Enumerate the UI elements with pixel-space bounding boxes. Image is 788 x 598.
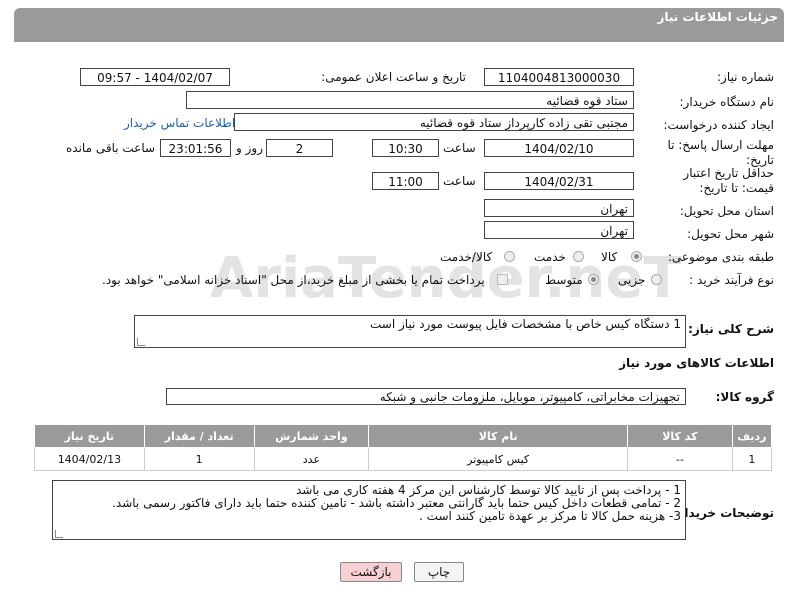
buyer-notes-textarea: 1 - پرداخت پس از تایید کالا توسط کارشناس… xyxy=(52,480,686,540)
goods-section-title: اطلاعات کالاهای مورد نیاز xyxy=(619,356,774,370)
col-unit: واحد شمارش xyxy=(253,424,370,448)
col-date: تاریخ نیاز xyxy=(34,424,145,448)
process-medium-radio[interactable] xyxy=(588,274,599,285)
buyer-org-label: نام دستگاه خریدار: xyxy=(679,95,775,109)
back-button[interactable]: بازگشت xyxy=(340,562,402,582)
remaining-time-label: ساعت باقی مانده xyxy=(66,141,156,155)
delivery-city-field: تهران xyxy=(484,221,634,239)
reply-days-field: 2 xyxy=(266,139,333,157)
cell-row: 1 xyxy=(731,447,773,471)
buyer-org-field: ستاد قوه قضائیه xyxy=(186,91,634,109)
cell-unit: عدد xyxy=(253,447,370,471)
announce-datetime-label: تاریخ و ساعت اعلان عمومی: xyxy=(321,70,466,84)
table-row: 1 -- کیس کامپیوتر عدد 1 1404/02/13 xyxy=(34,447,773,471)
cell-qty: 1 xyxy=(143,447,255,471)
cell-date: 1404/02/13 xyxy=(34,447,145,471)
reply-deadline-date: 1404/02/10 xyxy=(484,139,634,157)
resize-grip-icon[interactable] xyxy=(55,530,63,538)
col-name: نام کالا xyxy=(368,424,629,448)
remaining-time-field: 23:01:56 xyxy=(160,139,231,157)
cell-name: کیس کامپیوتر xyxy=(368,447,629,471)
category-goods-radio[interactable] xyxy=(631,251,642,262)
buyer-contact-link[interactable]: اطلاعات تماس خریدار xyxy=(124,116,235,130)
reply-time-label: ساعت xyxy=(443,141,476,155)
delivery-province-label: استان محل تحویل: xyxy=(679,204,774,218)
reply-days-label: روز و xyxy=(236,141,263,155)
requester-label: ایجاد کننده درخواست: xyxy=(663,118,774,132)
price-validity-time: 11:00 xyxy=(372,172,439,190)
process-minor-radio[interactable] xyxy=(651,274,662,285)
price-validity-label: حداقل تاریخ اعتبار قیمت: تا تاریخ: xyxy=(683,166,774,195)
cell-code: -- xyxy=(627,447,733,471)
delivery-province-field: تهران xyxy=(484,199,634,217)
items-table-header: ردیف کد کالا نام کالا واحد شمارش تعداد /… xyxy=(34,424,773,448)
announce-datetime-field: 1404/02/07 - 09:57 xyxy=(80,68,230,86)
category-goods-service-label: کالا/خدمت xyxy=(440,250,493,264)
buyer-note-line: 3- هزینه حمل کالا تا مرکز بر عهدة تامین … xyxy=(419,509,681,523)
resize-grip-icon[interactable] xyxy=(137,338,145,346)
goods-group-label: گروه کالا: xyxy=(715,390,774,404)
print-button[interactable]: چاپ xyxy=(414,562,464,582)
price-validity-time-label: ساعت xyxy=(443,174,476,188)
general-description-textarea: 1 دستگاه کیس خاص با مشخصات فایل پیوست مو… xyxy=(134,315,686,348)
col-qty: تعداد / مقدار xyxy=(143,424,255,448)
requester-field: مجتبی تقی زاده کارپرداز ستاد قوه قضائیه xyxy=(234,113,634,131)
category-goods-service-radio[interactable] xyxy=(504,251,515,262)
col-row: ردیف xyxy=(731,424,773,448)
delivery-city-label: شهر محل تحویل: xyxy=(687,227,774,241)
goods-group-field: تجهیزات مخابراتی، کامپیوتر، موبایل، ملزو… xyxy=(166,388,686,405)
purchase-process-label: نوع فرآیند خرید : xyxy=(689,273,774,287)
col-code: کد کالا xyxy=(627,424,733,448)
need-number-label: شماره نیاز: xyxy=(717,70,774,84)
category-label: طبقه بندی موضوعی: xyxy=(667,250,774,264)
price-validity-date: 1404/02/31 xyxy=(484,172,634,190)
process-medium-label: متوسط xyxy=(545,273,583,287)
buyer-notes-label: توضیحات خریدار: xyxy=(672,506,774,520)
category-service-radio[interactable] xyxy=(573,251,584,262)
treasury-bonds-checkbox[interactable] xyxy=(497,274,508,285)
treasury-bonds-note: پرداخت تمام یا بخشی از مبلغ خرید،از محل … xyxy=(102,273,485,287)
category-goods-label: کالا xyxy=(601,250,618,264)
need-number-field: 1104004813000030 xyxy=(484,68,634,86)
page-title: جزئیات اطلاعات نیاز xyxy=(657,10,778,24)
reply-deadline-label: مهلت ارسال پاسخ: تا تاریخ: xyxy=(667,138,774,167)
general-description-label: شرح کلی نیاز: xyxy=(688,322,774,336)
items-table: ردیف کد کالا نام کالا واحد شمارش تعداد /… xyxy=(34,424,773,471)
general-description-text: 1 دستگاه کیس خاص با مشخصات فایل پیوست مو… xyxy=(370,317,681,331)
process-minor-label: جزیی xyxy=(618,273,646,287)
category-service-label: خدمت xyxy=(534,250,566,264)
reply-deadline-time: 10:30 xyxy=(372,139,439,157)
